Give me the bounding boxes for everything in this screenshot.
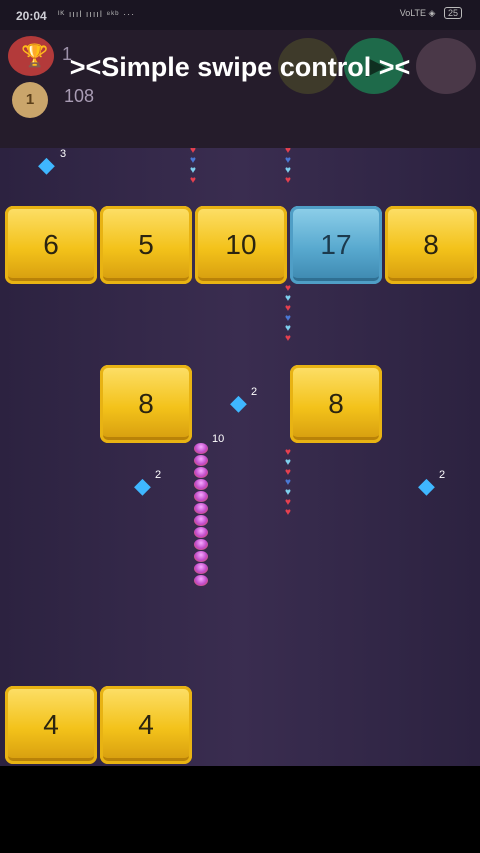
- status-right: VoLTE ◈ 25: [400, 7, 462, 19]
- block-tile-blue: 17: [290, 206, 382, 284]
- gem-count: 2: [251, 386, 258, 398]
- heart-trail: ♥♥♥♥♥♥: [190, 148, 196, 186]
- block-tile: 10: [195, 206, 287, 284]
- medal-icon: 1: [12, 82, 48, 118]
- status-bar: 20:04 ᴵᴷ ıııl ııııl ⁸ᵏᵇ ··· VoLTE ◈ 25: [0, 0, 480, 30]
- heart-trail: ♥♥♥♥♥♥: [285, 283, 291, 344]
- game-hud: 🏆 1 1 108 ▶: [0, 30, 480, 148]
- gem-count: 2: [155, 469, 162, 481]
- gem-count: 3: [60, 148, 67, 160]
- current-score: 108: [64, 86, 95, 106]
- status-time: 20:04: [16, 9, 47, 23]
- gem-count: 2: [439, 469, 446, 481]
- block-tile: 8: [100, 365, 192, 443]
- caption-overlay: ><Simple swipe control ><: [69, 52, 411, 82]
- signal-indicators: ᴵᴷ ıııl ııııl ⁸ᵏᵇ ···: [58, 9, 136, 19]
- bottom-area: [0, 766, 480, 853]
- block-tile: 8: [385, 206, 477, 284]
- heart-trail: ♥ ♥ ♥ ♥ ♥ ♥ ♥: [285, 447, 291, 518]
- battery-icon: 25: [443, 7, 462, 19]
- gem-icon: ◆: [38, 152, 55, 177]
- ball-chain: [194, 443, 208, 587]
- block-tile: 4: [5, 686, 97, 764]
- block-tile: 6: [5, 206, 97, 284]
- block-tile: 5: [100, 206, 192, 284]
- game-board[interactable]: 6 5 10 17 8 8 8 4 4 ◆ 3 ◆ 2 ◆ 2 ◆ 2 ♥ ♥ ♥ ♥…: [0, 148, 480, 766]
- gem-icon: ◆: [230, 390, 247, 415]
- ball-count: 10: [212, 433, 225, 445]
- gem-icon: ◆: [134, 473, 151, 498]
- network-indicator: VoLTE ◈: [399, 8, 436, 18]
- gem-icon: ◆: [418, 473, 435, 498]
- block-tile: 8: [290, 365, 382, 443]
- block-tile: 4: [100, 686, 192, 764]
- heart-trail: ♥♥♥♥♥♥: [285, 148, 291, 186]
